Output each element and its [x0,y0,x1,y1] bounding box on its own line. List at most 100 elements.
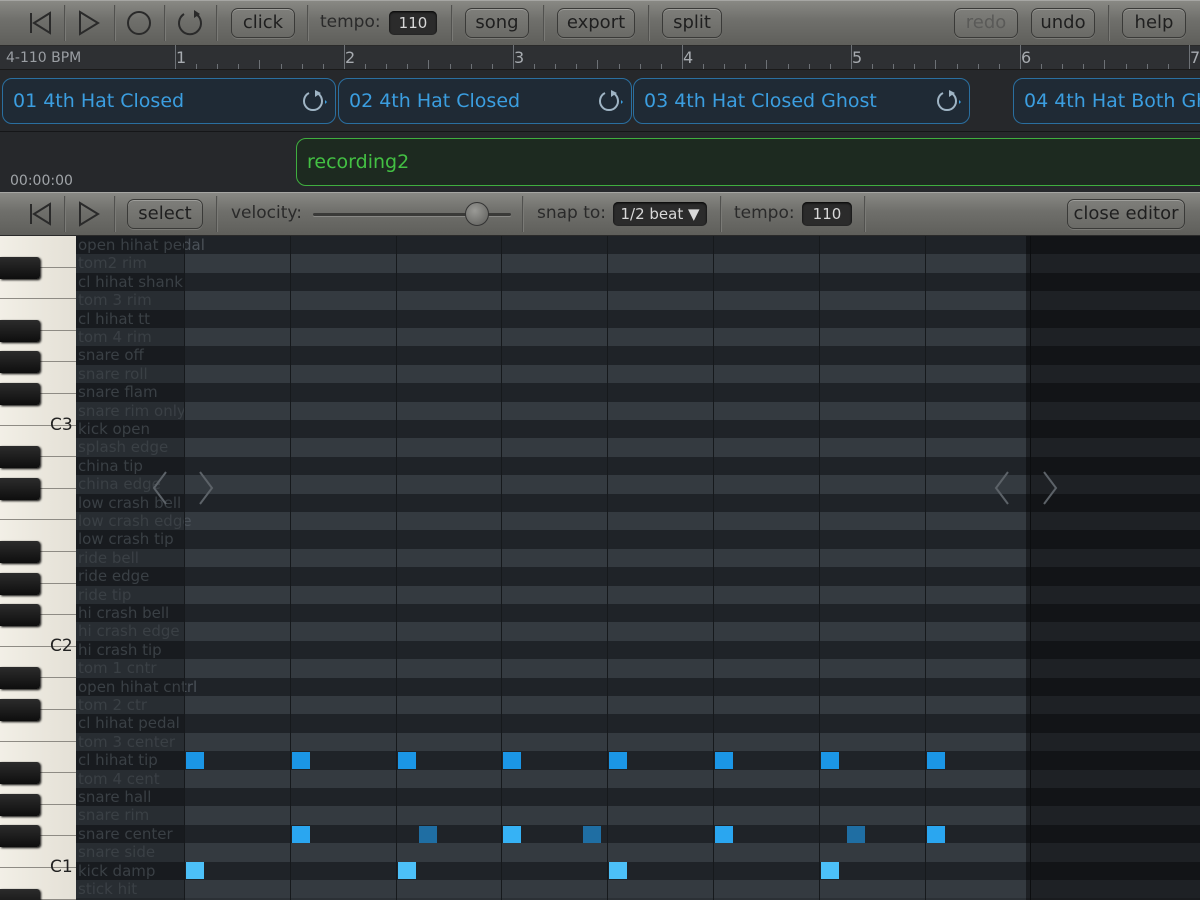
velocity-label: velocity: [231,203,302,223]
toolbar-separator [864,196,866,232]
region-label: 03 4th Hat Closed Ghost [644,90,877,112]
close-editor-button[interactable]: close editor [1067,199,1185,229]
bar-number: 5 [852,48,863,67]
midi-note[interactable] [186,862,204,880]
toolbar-separator [64,196,66,232]
ruler-tick [1146,64,1148,69]
beat-gridline [607,236,609,900]
chevron-right-icon[interactable] [196,468,216,508]
chevron-left-icon[interactable] [992,468,1012,508]
play-button[interactable] [68,6,108,40]
piano-black-key[interactable] [0,825,40,848]
piano-black-key[interactable] [0,888,40,900]
velocity-slider-thumb[interactable] [465,202,490,226]
pre-region-shade [76,236,184,900]
record-button[interactable] [119,6,159,40]
undo-button[interactable]: undo [1031,8,1095,38]
piano-black-key[interactable] [0,351,40,374]
midi-note[interactable] [926,825,945,843]
editor-tempo-value[interactable]: 110 [802,202,852,226]
ruler-tick [513,45,514,69]
ruler-tick [618,64,620,69]
region-label: 01 4th Hat Closed [13,90,185,112]
midi-note[interactable] [503,825,522,843]
midi-note[interactable] [397,751,416,769]
ruler-tick [449,64,451,69]
ruler-tick [872,64,874,69]
midi-note[interactable] [715,751,733,769]
midi-region-04[interactable]: 04 4th Hat Both Gh [1013,78,1200,124]
piano-black-key[interactable] [0,572,40,595]
ruler-tick [196,64,198,69]
bpm-label: 4-110 BPM [6,50,82,66]
midi-note[interactable] [582,825,601,843]
midi-region-03[interactable]: 03 4th Hat Closed Ghost [633,78,970,124]
midi-note[interactable] [291,825,310,843]
help-button[interactable]: help [1122,8,1186,38]
chevron-right-icon[interactable] [1040,468,1060,508]
piano-roll-grid[interactable]: open hihat pedal tom2 rim cl hihat shank to… [76,236,1200,900]
ruler-tick [322,64,324,69]
midi-note[interactable] [418,825,437,843]
octave-label: C3 [50,415,73,435]
timeline-ruler[interactable]: 4-110 BPM 1 2 3 4 5 6 7 [0,45,1200,70]
midi-note[interactable] [291,751,310,769]
midi-note[interactable] [609,751,628,769]
editor-rewind-button[interactable] [20,197,60,231]
midi-note[interactable] [715,825,733,843]
piano-black-key[interactable] [0,383,40,405]
toolbar-separator [114,196,116,232]
piano-keyboard[interactable]: C3 C2 C1 [0,236,76,900]
ruler-tick [576,64,578,69]
editor-play-button[interactable] [68,197,108,231]
beat-gridline [818,236,820,900]
ruler-tick [1020,45,1021,69]
midi-note[interactable] [926,751,945,769]
ruler-tick [893,64,895,69]
snap-label: snap to: [537,203,607,223]
piano-black-key[interactable] [0,446,40,469]
loop-button[interactable] [170,6,210,40]
midi-note[interactable] [820,862,839,880]
ruler-tick [1062,64,1064,69]
audio-region-recording2[interactable]: recording2 [296,138,1200,186]
ruler-tick [238,64,240,69]
loop-region-icon[interactable] [933,88,961,116]
midi-region-01[interactable]: 01 4th Hat Closed [2,78,336,124]
redo-button[interactable]: redo [954,8,1018,38]
chevron-left-icon[interactable] [150,468,170,508]
midi-note[interactable] [186,751,204,769]
piano-black-key[interactable] [0,319,40,342]
export-button[interactable]: export [557,8,635,38]
loop-region-icon[interactable] [299,88,327,116]
split-button[interactable]: split [662,8,722,38]
octave-label: C2 [50,636,73,656]
midi-region-02[interactable]: 02 4th Hat Closed [338,78,632,124]
piano-black-key[interactable] [0,477,40,500]
select-button[interactable]: select [127,199,203,229]
tempo-label: tempo: [320,12,381,32]
midi-note[interactable] [820,751,839,769]
midi-note[interactable] [609,862,628,880]
tempo-value[interactable]: 110 [389,11,437,35]
song-button[interactable]: song [465,8,529,38]
piano-black-key[interactable] [0,699,40,721]
click-button[interactable]: click [231,8,295,38]
piano-black-key[interactable] [0,667,40,690]
beat-gridline [501,236,503,900]
loop-region-icon[interactable] [595,88,623,116]
velocity-slider[interactable] [313,202,511,226]
midi-note[interactable] [397,862,416,880]
piano-black-key[interactable] [0,604,40,627]
piano-black-key[interactable] [0,541,40,563]
midi-note[interactable] [847,825,866,843]
rewind-to-start-button[interactable] [20,6,60,40]
piano-black-key[interactable] [0,762,40,785]
bar-number: 1 [176,48,187,67]
ruler-tick [491,64,493,69]
midi-note[interactable] [503,751,522,769]
piano-black-key[interactable] [0,793,40,816]
piano-black-key[interactable] [0,256,40,279]
ruler-tick [935,60,937,69]
snap-dropdown[interactable]: 1/2 beat ▼ [613,202,707,226]
